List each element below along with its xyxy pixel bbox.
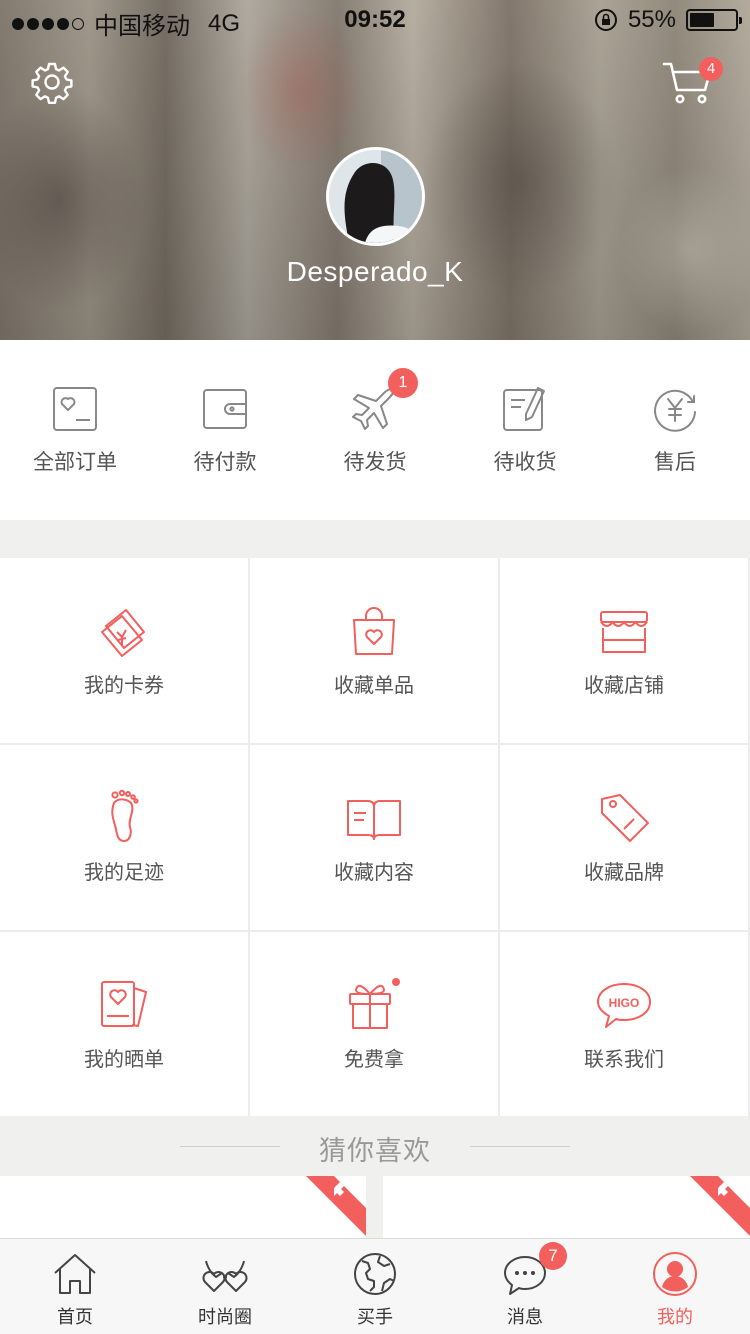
yuan-refresh-icon (654, 389, 696, 432)
saved-items-button[interactable]: 收藏单品 (250, 558, 498, 743)
my-reviews-button[interactable]: 我的晒单 (0, 932, 248, 1117)
orders-after-sale-label: 售后 (654, 451, 696, 474)
corner-ribbon-icon (306, 1176, 366, 1236)
orders-all-label: 全部订单 (33, 451, 117, 474)
orders-to-ship-button[interactable]: 待发货 (300, 340, 450, 520)
corner-ribbon-icon (690, 1176, 750, 1236)
tab-buyers[interactable]: 买手 (300, 1239, 450, 1334)
profile-header: 中国移动 4G 09:52 55% 4 Desperado_K (0, 0, 750, 340)
tab-me-label: 我的 (657, 1307, 693, 1327)
footprint-icon (111, 789, 139, 843)
my-coupons-button[interactable]: 我的卡券 (0, 558, 248, 743)
recommendations-title: 猜你喜欢 (319, 1136, 431, 1166)
username: Desperado_K (286, 256, 464, 287)
feature-grid: 我的卡券 收藏单品 收藏店铺 我的足迹 收藏内容 收藏品牌 我的晒单 免费拿 H… (0, 558, 750, 1117)
store-icon (600, 611, 648, 653)
receive-note-icon (503, 387, 545, 431)
gift-icon (349, 978, 400, 1029)
tab-fashion[interactable]: 时尚圈 (150, 1239, 300, 1334)
coupon-icon (101, 609, 145, 657)
tab-messages-label: 消息 (507, 1307, 543, 1327)
glasses-heart-icon (202, 1260, 248, 1292)
to-ship-count-badge: 1 (388, 368, 418, 398)
product-card[interactable] (0, 1176, 366, 1238)
my-coupons-label: 我的卡券 (84, 675, 164, 697)
contact-us-label: 联系我们 (584, 1049, 664, 1071)
orders-unpaid-button[interactable]: 待付款 (150, 340, 300, 520)
wallet-icon (203, 389, 247, 429)
battery-percent: 55% (627, 6, 676, 33)
tab-buyers-label: 买手 (357, 1307, 393, 1327)
orders-to-ship-label: 待发货 (343, 451, 407, 474)
order-heart-icon (53, 387, 97, 431)
orders-unpaid-label: 待付款 (193, 451, 257, 474)
my-footprints-button[interactable]: 我的足迹 (0, 745, 248, 930)
home-icon (54, 1254, 96, 1294)
tag-icon (601, 794, 649, 842)
recommendations-header: 猜你喜欢 (0, 1116, 750, 1176)
orders-all-button[interactable]: 全部订单 (0, 340, 150, 520)
saved-content-button[interactable]: 收藏内容 (250, 745, 498, 930)
status-bar: 中国移动 4G 09:52 55% (0, 0, 750, 40)
orientation-lock-icon (594, 9, 617, 31)
battery-icon (686, 9, 742, 31)
orders-to-receive-button[interactable]: 待收货 (450, 340, 600, 520)
messages-count-badge: 7 (539, 1242, 567, 1270)
tab-bar: 首页 时尚圈 买手 消息 我的 (0, 1238, 750, 1334)
avatar[interactable] (326, 147, 425, 246)
tab-home-label: 首页 (57, 1307, 93, 1327)
open-book-icon (347, 800, 401, 840)
contact-us-button[interactable]: HIGO 联系我们 (500, 932, 748, 1117)
free-gift-label: 免费拿 (344, 1049, 404, 1071)
saved-stores-label: 收藏店铺 (584, 675, 664, 697)
tab-home[interactable]: 首页 (0, 1239, 150, 1334)
photo-cards-icon (101, 981, 147, 1027)
higo-chat-icon: HIGO (597, 983, 651, 1028)
higo-text: HIGO (609, 996, 640, 1010)
cart-count-badge: 4 (699, 57, 723, 81)
saved-items-label: 收藏单品 (334, 675, 414, 697)
orders-after-sale-button[interactable]: 售后 (600, 340, 750, 520)
my-reviews-label: 我的晒单 (84, 1049, 164, 1071)
globe-icon (354, 1253, 396, 1295)
tab-me[interactable]: 我的 (600, 1239, 750, 1334)
saved-stores-button[interactable]: 收藏店铺 (500, 558, 748, 743)
saved-brands-button[interactable]: 收藏品牌 (500, 745, 748, 930)
gear-icon[interactable] (30, 60, 74, 104)
my-footprints-label: 我的足迹 (84, 862, 164, 884)
orders-to-receive-label: 待收货 (493, 451, 557, 474)
saved-content-label: 收藏内容 (334, 862, 414, 884)
user-icon (653, 1252, 697, 1296)
saved-brands-label: 收藏品牌 (584, 862, 664, 884)
tab-fashion-label: 时尚圈 (198, 1307, 252, 1327)
free-gift-button[interactable]: 免费拿 (250, 932, 498, 1117)
tab-messages[interactable]: 消息 (450, 1239, 600, 1334)
order-status-bar: 全部订单 待付款 待发货 待收货 售后 (0, 340, 750, 520)
bag-heart-icon (353, 607, 395, 655)
divider (470, 1146, 570, 1147)
product-card[interactable] (383, 1176, 750, 1238)
